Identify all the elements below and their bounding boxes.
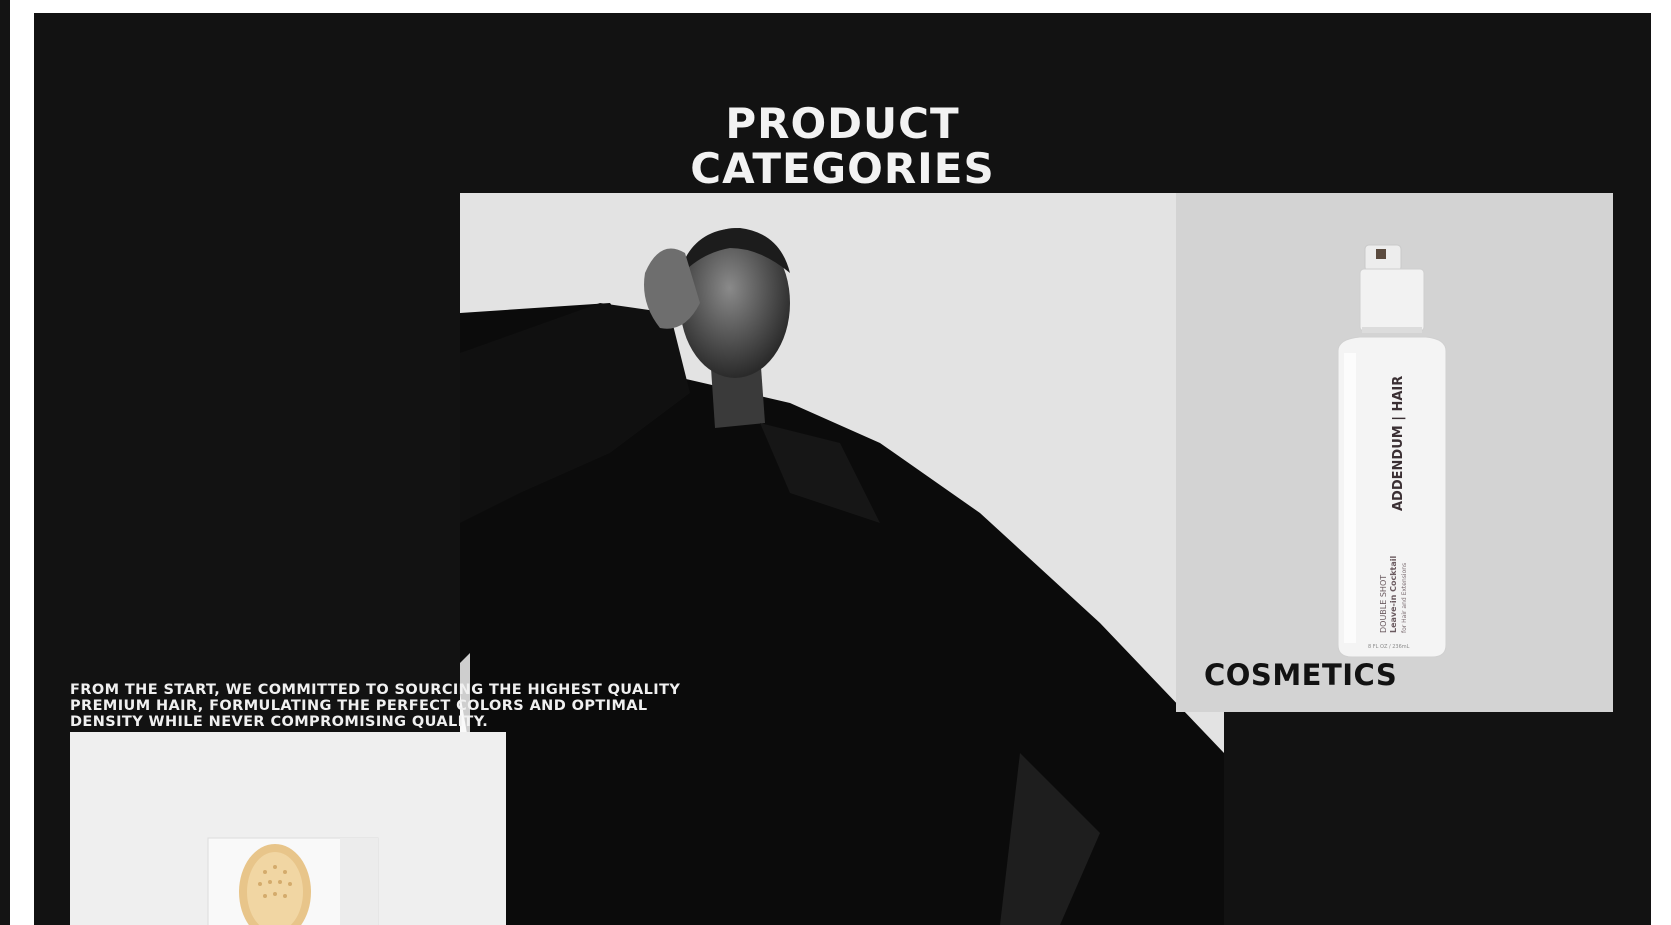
bottle-line-3: for Hair and Extensions: [1401, 563, 1408, 633]
product-categories-section: PRODUCT CATEGORIES ADDENDUM | HAIR DOUBL…: [34, 13, 1651, 925]
section-tagline: FROM THE START, WE COMMITTED TO SOURCING…: [70, 681, 681, 730]
category-label-cosmetics: COSMETICS: [1204, 658, 1398, 692]
bottle-brand-text: ADDENDUM | HAIR: [1391, 376, 1406, 511]
bottle-size: 8 FL OZ / 236mL: [1368, 644, 1410, 650]
hero-model-image: [460, 193, 1224, 925]
category-card-cosmetics[interactable]: ADDENDUM | HAIR DOUBLE SHOT Leave-in Coc…: [1176, 193, 1613, 712]
category-card-brush[interactable]: [70, 732, 506, 925]
bottle-line-2: Leave-in Cocktail: [1389, 556, 1398, 634]
bottle-line-1: DOUBLE SHOT: [1379, 575, 1388, 633]
left-edge-bar: [0, 0, 10, 925]
section-title: PRODUCT CATEGORIES: [34, 101, 1651, 191]
bottle-product-image: ADDENDUM | HAIR DOUBLE SHOT Leave-in Coc…: [1337, 244, 1447, 658]
brush-product-image: [207, 837, 379, 925]
section-title-line-2: CATEGORIES: [690, 143, 995, 193]
section-title-line-1: PRODUCT: [725, 98, 960, 148]
hero-model-illustration: [460, 193, 1224, 925]
